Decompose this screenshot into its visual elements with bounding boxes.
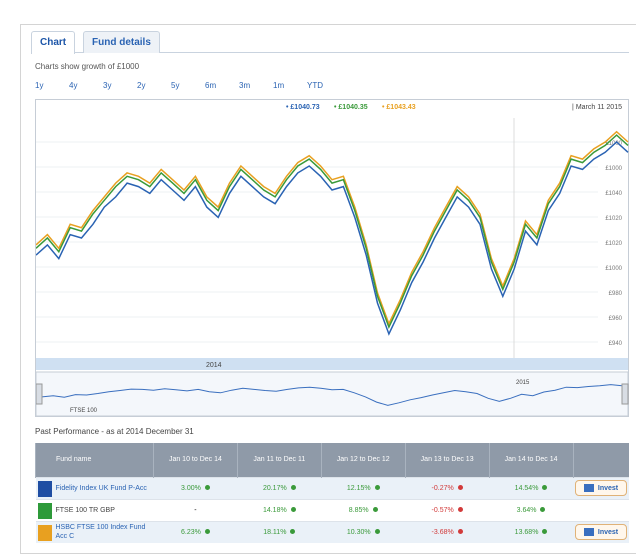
navigator-year-label: 2015: [516, 380, 530, 386]
performance-table: Fund name Jan 10 to Dec 14 Jan 11 to Dec…: [35, 443, 629, 543]
fund-color-swatch: [37, 502, 52, 519]
fund-color-swatch: [37, 524, 52, 541]
x-axis-label: 2014: [206, 362, 222, 369]
col-period-1: Jan 10 to Dec 14: [152, 443, 238, 477]
invest-button[interactable]: Invest: [574, 480, 628, 496]
col-period-2: Jan 11 to Dec 11: [236, 443, 322, 477]
invest-icon: [583, 484, 594, 492]
period-2y[interactable]: 2y: [137, 81, 171, 90]
period-3m[interactable]: 3m: [239, 81, 273, 90]
table-row: Fidelity Index UK Fund P-Acc 3.00% 20.17% 1…: [35, 476, 629, 499]
performance-cell: 14.18%: [237, 498, 322, 521]
series-line: [36, 130, 629, 326]
fund-name-cell: HSBC FTSE 100 Index Fund Acc C: [35, 520, 154, 543]
time-axis-band: [36, 358, 628, 370]
y-tick-label: £1020: [605, 241, 622, 247]
period-5y[interactable]: 5y: [171, 81, 205, 90]
col-fund-name: Fund name: [35, 443, 154, 477]
invest-cell: [573, 498, 629, 521]
trend-dot-icon: [457, 529, 463, 535]
col-period-5: Jan 14 to Dec 14: [488, 443, 573, 477]
chart-subtitle: Charts show growth of £1000: [35, 62, 140, 71]
table-row: FTSE 100 TR GBP -14.18% 8.85% -0.57% 3.64%: [35, 498, 629, 521]
fund-panel: Chart Fund details Charts show growth of…: [20, 24, 636, 554]
tab-chart[interactable]: Chart: [31, 31, 76, 54]
navigator-right-handle: [621, 383, 629, 405]
series-line: [36, 134, 629, 330]
performance-cell: 13.68%: [489, 520, 573, 543]
fund-name-link[interactable]: HSBC FTSE 100 Index Fund Acc C: [56, 523, 148, 541]
series-line: [36, 140, 629, 336]
fund-name-link[interactable]: Fidelity Index UK Fund P-Acc: [56, 484, 148, 493]
invest-cell: Invest: [573, 476, 629, 499]
invest-button[interactable]: Invest: [574, 524, 628, 541]
performance-cell: -: [153, 498, 238, 521]
col-period-4: Jan 13 to Dec 13: [404, 443, 490, 477]
invest-cell: Invest: [573, 520, 629, 543]
performance-cell: 20.17%: [237, 476, 322, 499]
trend-dot-icon: [542, 529, 548, 535]
performance-cell: 6.23%: [153, 520, 238, 543]
chart-canvas[interactable]: £1000£1000£1040£1020£1020£1000£980£960£9…: [36, 100, 630, 418]
trend-dot-icon: [204, 529, 210, 535]
performance-cell: 12.15%: [321, 476, 406, 499]
y-tick-label: £1000: [605, 266, 622, 272]
performance-cell: 8.85%: [321, 498, 406, 521]
trend-dot-icon: [374, 529, 380, 535]
period-3y[interactable]: 3y: [103, 81, 137, 90]
tab-bar: Chart Fund details: [31, 29, 629, 54]
y-tick-label: £940: [609, 341, 623, 347]
performance-cell: 14.54%: [489, 476, 573, 499]
performance-cell: 18.11%: [237, 520, 322, 543]
trend-dot-icon: [457, 485, 463, 491]
trend-dot-icon: [290, 507, 296, 513]
fund-name-cell: Fidelity Index UK Fund P-Acc: [35, 476, 154, 499]
trend-dot-icon: [290, 529, 296, 535]
fund-name-link: FTSE 100 TR GBP: [55, 506, 115, 514]
period-6m[interactable]: 6m: [205, 81, 239, 90]
table-row: HSBC FTSE 100 Index Fund Acc C 6.23% 18.11…: [35, 520, 629, 543]
y-tick-label: £1040: [605, 191, 622, 197]
period-selector: 1y 4y 3y 2y 5y 6m 3m 1m YTD: [35, 81, 341, 90]
col-period-3: Jan 12 to Dec 12: [320, 443, 406, 477]
performance-cell: 3.64%: [489, 498, 573, 521]
y-tick-label: £980: [609, 291, 623, 297]
invest-icon: [583, 528, 594, 537]
navigator-left-handle: [36, 383, 43, 405]
period-ytd[interactable]: YTD: [307, 81, 341, 90]
performance-title: Past Performance - as at 2014 December 3…: [35, 427, 194, 436]
trend-dot-icon: [290, 485, 296, 491]
trend-dot-icon: [372, 507, 378, 513]
trend-dot-icon: [540, 507, 546, 513]
performance-cell: -3.68%: [405, 520, 490, 543]
fund-color-swatch: [37, 480, 52, 497]
y-tick-label: £1000: [605, 166, 622, 172]
navigator-label: FTSE 100: [70, 408, 98, 414]
y-tick-label: £1020: [605, 216, 622, 222]
period-1y[interactable]: 1y: [35, 81, 69, 90]
period-1m[interactable]: 1m: [273, 81, 307, 90]
growth-chart: • £1040.73 • £1040.35 • £1043.43 | March…: [35, 99, 629, 417]
performance-cell: -0.57%: [405, 498, 490, 521]
col-invest: [572, 443, 629, 477]
performance-cell: 10.30%: [321, 520, 406, 543]
trend-dot-icon: [374, 485, 380, 491]
performance-cell: 3.00%: [153, 476, 238, 499]
performance-cell: -0.27%: [405, 476, 490, 499]
trend-dot-icon: [204, 485, 210, 491]
fund-name-cell: FTSE 100 TR GBP: [35, 498, 154, 521]
tab-fund-details[interactable]: Fund details: [83, 31, 160, 53]
trend-dot-icon: [457, 507, 463, 513]
trend-dot-icon: [542, 485, 548, 491]
y-tick-label: £960: [609, 316, 623, 322]
period-4y[interactable]: 4y: [69, 81, 103, 90]
